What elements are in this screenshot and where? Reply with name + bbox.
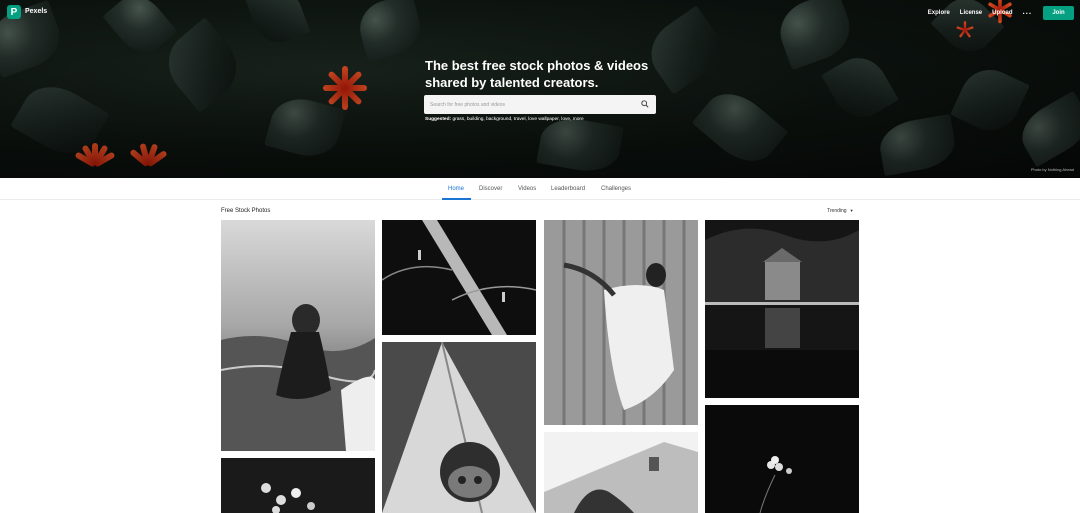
headline-line-2: shared by talented creators. [425,75,599,90]
photo-card[interactable] [221,458,375,513]
nav-license-link[interactable]: License [960,10,982,16]
photo-card[interactable] [705,405,859,513]
tab-videos[interactable]: Videos [518,186,536,192]
photo-card[interactable] [221,220,375,451]
nav-right: Explore License Upload ··· Join [928,5,1080,21]
hero-banner: P Pexels Explore License Upload ··· Join… [0,0,1080,178]
suggested-label: Suggested: [425,117,452,122]
pexels-logo-icon[interactable]: P [7,5,21,19]
photo-card[interactable] [544,220,698,425]
top-navigation: P Pexels Explore License Upload ··· Join [0,0,1080,26]
photo-card[interactable] [705,220,859,398]
photo-card[interactable] [544,432,698,513]
nav-upload-link[interactable]: Upload [992,10,1012,16]
active-tab-indicator [442,198,471,200]
photo-card[interactable] [382,342,536,513]
sort-dropdown[interactable]: Trending ▼ [827,208,854,214]
photo-daisies [221,458,375,513]
tab-leaderboard[interactable]: Leaderboard [551,186,585,192]
photo-woman-surf [221,220,375,451]
tab-challenges[interactable]: Challenges [601,186,631,192]
more-menu-icon[interactable]: ··· [1023,9,1033,18]
brand-name[interactable]: Pexels [25,8,47,15]
section-title: Free Stock Photos [221,208,271,214]
nav-explore-link[interactable]: Explore [928,10,950,16]
sort-label: Trending [827,208,847,214]
photo-building [544,432,698,513]
photo-flower-dark [705,405,859,513]
tab-home[interactable]: Home [448,186,464,192]
join-button[interactable]: Join [1043,6,1074,20]
suggested-terms[interactable]: grass, building, background, travel, lov… [452,117,583,122]
photo-dancer [544,220,698,425]
photo-road-lines [382,220,536,335]
photo-card[interactable] [382,220,536,335]
photo-house-reflection [705,220,859,398]
hero-headline: The best free stock photos & videos shar… [425,57,685,91]
chevron-down-icon: ▼ [849,208,854,213]
photo-credit[interactable]: Photo by Nothing Ahead [1031,167,1074,172]
search-input[interactable] [430,95,630,114]
section-tabs: Home Discover Videos Leaderboard Challen… [0,178,1080,200]
tab-discover[interactable]: Discover [479,186,502,192]
photo-tent-mask [382,342,536,513]
search-box [424,95,656,114]
headline-line-1: The best free stock photos & videos [425,58,649,73]
search-icon[interactable] [641,100,649,108]
suggested-searches: Suggested: grass, building, background, … [425,117,584,122]
